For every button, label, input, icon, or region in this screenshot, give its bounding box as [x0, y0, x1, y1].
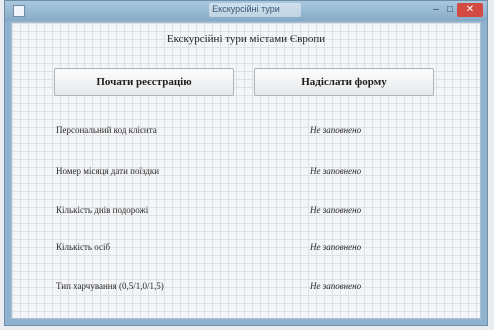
persons-count-label: Кількість осіб	[56, 242, 111, 252]
window-title: Екскурсійні тури	[212, 4, 280, 14]
travel-days-label: Кількість днів подорожі	[56, 205, 149, 215]
form-client-area: Екскурсійні тури містами Європи Почати р…	[11, 22, 481, 319]
meal-type-label: Тип харчування (0,5/1,0/1,5)	[56, 281, 164, 291]
app-window: Екскурсійні тури – □ ✕ Екскурсійні тури …	[4, 0, 488, 326]
client-code-value: Не заповнено	[310, 125, 362, 135]
client-code-label: Персональний код клієнта	[56, 125, 157, 135]
trip-month-value: Не заповнено	[310, 166, 362, 176]
persons-count-value: Не заповнено	[310, 242, 362, 252]
submit-form-button[interactable]: Надіслати форму	[254, 68, 434, 96]
close-icon[interactable]: ✕	[457, 3, 483, 17]
form-title: Екскурсійні тури містами Європи	[166, 33, 326, 45]
start-registration-button[interactable]: Почати реєстрацію	[54, 68, 234, 96]
travel-days-value: Не заповнено	[310, 205, 362, 215]
minimize-icon[interactable]: –	[429, 3, 443, 17]
trip-month-label: Номер місяця дати поїздки	[56, 166, 160, 176]
maximize-icon[interactable]: □	[443, 3, 457, 17]
title-bar[interactable]: Екскурсійні тури – □ ✕	[5, 1, 487, 21]
meal-type-value: Не заповнено	[310, 281, 362, 291]
